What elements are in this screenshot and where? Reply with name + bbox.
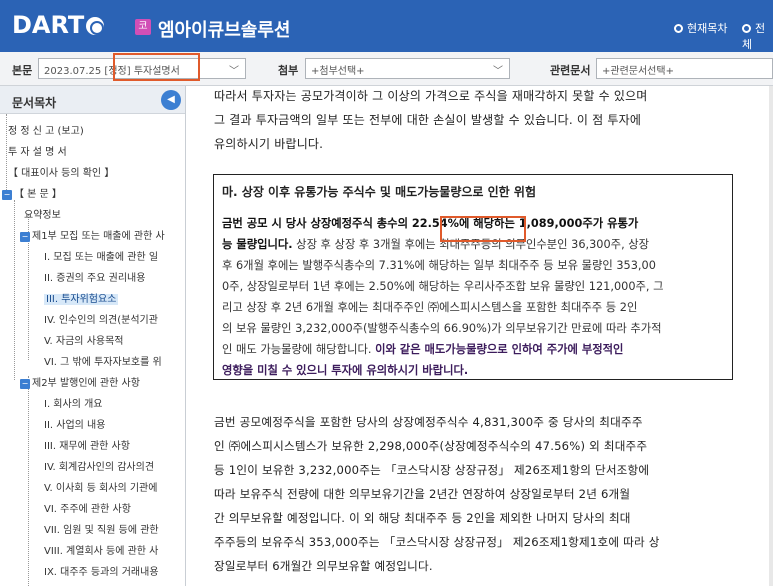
text-line: 따라 보유주식 전량에 대한 의무보유기간을 2년간 연장하여 상장일로부터 2… [214,487,631,501]
risk-warning: 이와 같은 매도가능물량으로 인하여 주가에 부정적인 [375,343,624,356]
radio-icon [742,24,751,33]
toc-title: 문서목차 [12,96,57,110]
toc-item-main[interactable]: − 【 본 문 】 [2,187,62,203]
text-line: 장일로부터 6개월간 의무보유할 예정입니다. [214,559,433,573]
related-docs-select[interactable]: +관련문서선택+ [596,58,773,79]
toc-item-ceo-confirm[interactable]: 【 대표이사 등의 확인 】 [8,166,114,182]
toc-item-risk-factors[interactable]: III. 투자위험요소 [44,292,119,308]
dart-logo-mark-icon [86,17,105,35]
attachment-label: 첨부 [278,64,299,77]
toc-item-correction[interactable]: 정 정 신 고 (보고) [8,124,84,140]
toc-item-part2-5[interactable]: V. 이사회 등 회사의 기관에 [44,481,157,497]
lockup-paragraph: 금번 공모예정주식을 포함한 당사의 상장예정주식수 4,831,300주 중 … [214,410,660,578]
text-line: 인 ㈜에스피시스템스가 보유한 2,298,000주(상장예정주식수의 47.5… [214,439,648,453]
attachment-select-value: +첨부선택+ [311,66,365,77]
toc-item-part2[interactable]: − 제2부 발행인에 관한 사항 [20,376,140,392]
top-header: DART 코 엠아이큐브솔루션 현재목차 전체 [0,0,773,52]
toc-item-part1-6[interactable]: VI. 그 밖에 투자자보호를 위 [44,355,162,371]
toc-item-part1[interactable]: − 제1부 모집 또는 매출에 관한 사 [20,229,165,245]
toc-item-part2-2[interactable]: II. 사업의 내용 [44,418,105,434]
toc-item-part2-9[interactable]: IX. 대주주 등과의 거래내용 [44,565,159,581]
full-view-link[interactable]: 전체 [742,20,773,52]
chevron-down-icon: ﹀ [493,66,503,77]
tree-line [6,114,7,192]
vertical-scrollbar[interactable] [769,86,773,586]
toc-header: 문서목차 ◀ [0,86,185,114]
radio-icon [674,24,683,33]
tree-line [14,200,15,380]
chevron-down-icon: ﹀ [229,66,239,77]
dart-logo[interactable]: DART [12,11,105,39]
intro-paragraph: 따라서 투자자는 공모가격이하 그 이상의 가격으로 주식을 재매각하지 못할 … [214,86,648,156]
text-line: 간 의무보유할 예정입니다. 이 외 해당 최대주주 등 2인을 제외한 나머지… [214,511,631,525]
text-line: 주주등의 보유주식 353,000주는 「코스닥시장 상장규정」 제26조제1항… [214,535,660,549]
toc-item-part1-1[interactable]: I. 모집 또는 매출에 관한 일 [44,250,158,266]
toc-item-summary[interactable]: 요약정보 [24,208,61,224]
collapse-toggle-icon[interactable]: − [2,190,12,200]
text-line: 따라서 투자자는 공모가격이하 그 이상의 가격으로 주식을 재매각하지 못할 … [214,89,648,103]
related-docs-select-value: +관련문서선택+ [602,66,674,77]
highlight-annotation [113,53,200,81]
toc-item-part2-3[interactable]: III. 재무에 관한 사항 [44,439,130,455]
text-line: 후 6개월 후에는 발행주식총수의 7.31%에 해당하는 일부 최대주주 등 … [222,259,656,272]
document-toolbar: 본문 2023.07.25 [정정] 투자설명서 ﹀ 첨부 +첨부선택+ ﹀ 관… [0,52,773,86]
toc-item-part1-4[interactable]: IV. 인수인의 의견(분석기관 [44,313,158,329]
tree-line [28,376,29,586]
company-name: 엠아이큐브솔루션 [158,20,291,41]
text-line: 유의하시기 바랍니다. [214,137,324,151]
toc-item-part1-5[interactable]: V. 자금의 사용목적 [44,334,124,350]
main-doc-label: 본문 [12,64,33,77]
collapse-toggle-icon[interactable]: − [20,232,30,242]
attachment-select[interactable]: +첨부선택+ ﹀ [305,58,510,79]
text-line: 리고 상장 후 2년 6개월 후에는 최대주주인 ㈜에스피시스템스을 포함한 최… [222,301,638,314]
text-line: 금번 공모예정주식을 포함한 당사의 상장예정주식수 4,831,300주 중 … [214,415,643,429]
text-line: 그 결과 투자금액의 일부 또는 전부에 대한 손실이 발생할 수 있습니다. … [214,113,642,127]
toc-item-part2-8[interactable]: VIII. 계열회사 등에 관한 사 [44,544,158,560]
toc-sidebar: 문서목차 ◀ 정 정 신 고 (보고) 투 자 설 명 서 【 대표이사 등의 … [0,86,186,586]
risk-section-title: 마. 상장 이후 유통가능 주식수 및 매도가능물량으로 인한 위험 [222,185,536,199]
text-line: 등 1인이 보유한 3,232,000주는 「코스닥시장 상장규정」 제26조제… [214,463,650,477]
document-viewer: 따라서 투자자는 공모가격이하 그 이상의 가격으로 주식을 재매각하지 못할 … [187,86,773,586]
highlight-annotation [440,216,526,242]
risk-key-sentence-end: 능 물량입니다. [222,238,293,251]
related-docs-label: 관련문서 [550,64,591,77]
toc-item-part2-4[interactable]: IV. 회계감사인의 감사의견 [44,460,154,476]
text-line: 인 매도 가능물량에 해당합니다. [222,343,376,356]
toc-item-part2-7[interactable]: VII. 임원 및 직원 등에 관한 [44,523,159,539]
collapse-sidebar-icon[interactable]: ◀ [161,90,181,110]
text-line: 의 보유 물량인 3,232,000주(발행주식총수의 66.90%)가 의무보… [222,322,662,335]
text-line: 0주, 상장일로부터 1년 후에는 2.50%에 해당하는 우리사주조합 보유 … [222,280,664,293]
toc-item-prospectus[interactable]: 투 자 설 명 서 [8,145,67,161]
risk-section-box: 마. 상장 이후 유통가능 주식수 및 매도가능물량으로 인한 위험 금번 공모… [213,174,733,380]
toc-item-part2-6[interactable]: VI. 주주에 관한 사항 [44,502,131,518]
current-toc-link[interactable]: 현재목차 [674,20,727,36]
toc-item-part2-1[interactable]: I. 회사의 개요 [44,397,103,413]
toc-item-part1-2[interactable]: II. 증권의 주요 권리내용 [44,271,145,287]
risk-warning: 영향을 미칠 수 있으니 투자에 유의하시기 바랍니다. [222,364,469,377]
collapse-toggle-icon[interactable]: − [20,379,30,389]
market-badge: 코 [135,19,151,35]
